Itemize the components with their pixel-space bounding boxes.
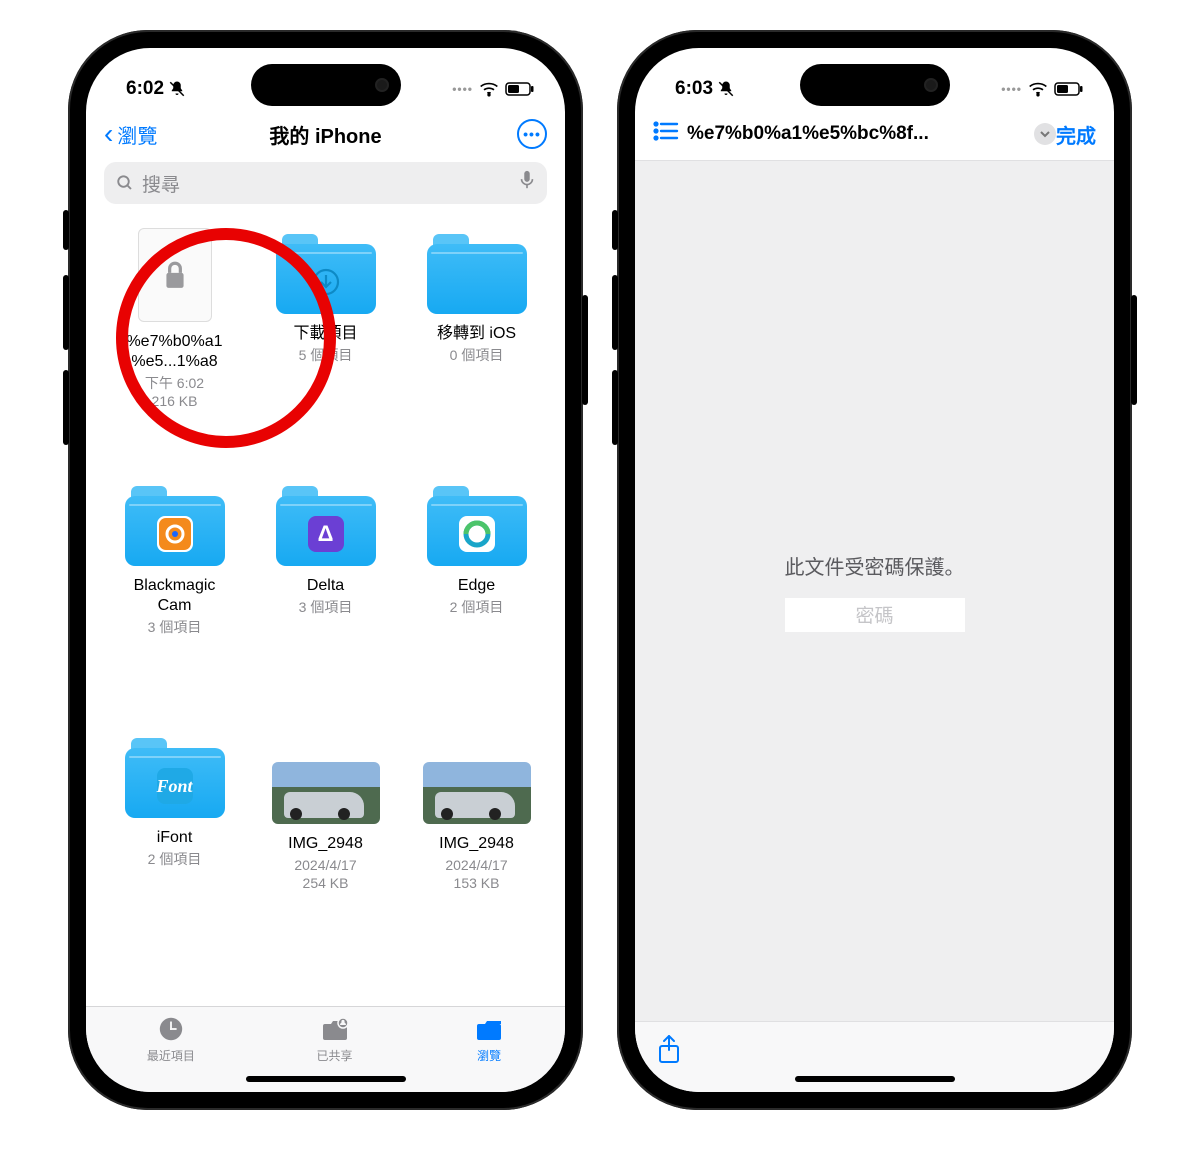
photo-thumbnail <box>272 762 380 824</box>
file-meta: 2024/4/17254 KB <box>255 856 396 892</box>
protected-message: 此文件受密碼保護。 <box>785 551 965 580</box>
nav-bar: ‹ 瀏覽 我的 iPhone ••• <box>86 108 565 160</box>
tab-label: 最近項目 <box>147 1047 195 1064</box>
battery-icon <box>505 82 535 96</box>
folder-meta: 2 個項目 <box>104 850 245 868</box>
silent-mode-icon <box>717 80 735 98</box>
file-item-locked-doc[interactable]: %e7%b0%a1%e5...1%a8 下午 6:02216 KB <box>104 228 245 468</box>
file-meta: 2024/4/17153 KB <box>406 856 547 892</box>
folder-item-blackmagic[interactable]: BlackmagicCam 3 個項目 <box>104 480 245 720</box>
home-indicator[interactable] <box>246 1076 406 1082</box>
nav-title: 我的 iPhone <box>269 120 381 149</box>
app-badge-icon <box>157 516 193 552</box>
folder-item-edge[interactable]: Edge 2 個項目 <box>406 480 547 720</box>
search-icon <box>116 174 134 192</box>
folder-item-downloads[interactable]: 下載項目 5 個項目 <box>255 228 396 468</box>
app-badge-icon: Font <box>157 768 193 804</box>
share-button[interactable] <box>657 1034 681 1069</box>
file-meta: 下午 6:02216 KB <box>104 374 245 410</box>
file-name: %e7%b0%a1%e5...1%a8 <box>104 332 245 372</box>
tab-label: 瀏覽 <box>477 1047 501 1064</box>
password-input[interactable]: 密碼 <box>785 598 965 632</box>
file-name: IMG_2948 <box>255 834 396 854</box>
ellipsis-icon: ••• <box>523 126 541 142</box>
more-button[interactable]: ••• <box>517 119 547 149</box>
list-button[interactable] <box>653 121 679 147</box>
folder-meta: 3 個項目 <box>255 598 396 616</box>
dictate-icon[interactable] <box>519 170 535 196</box>
wifi-icon <box>1028 81 1048 97</box>
folder-icon <box>427 234 527 314</box>
file-name: IMG_2948 <box>406 834 547 854</box>
cell-signal-icon: •••• <box>452 82 473 96</box>
battery-icon <box>1054 82 1084 96</box>
phone-left: 6:02 •••• ‹ 瀏覽 我的 iPhone <box>68 30 583 1110</box>
status-time: 6:02 <box>126 78 164 100</box>
tab-browse[interactable]: 瀏覽 <box>474 1015 504 1092</box>
done-button[interactable]: 完成 <box>1056 120 1096 149</box>
folder-name: iFont <box>104 828 245 848</box>
wifi-icon <box>479 81 499 97</box>
chevron-down-icon[interactable] <box>1034 123 1056 145</box>
nav-bar: %e7%b0%a1%e5%bc%8f... 完成 <box>635 108 1114 160</box>
folder-name: BlackmagicCam <box>104 576 245 616</box>
dynamic-island <box>251 64 401 106</box>
folder-icon <box>276 234 376 314</box>
password-placeholder: 密碼 <box>855 601 893 628</box>
folder-icon <box>427 486 527 566</box>
dynamic-island <box>800 64 950 106</box>
folder-meta: 2 個項目 <box>406 598 547 616</box>
folder-meta: 0 個項目 <box>406 346 547 364</box>
file-item-photo-2[interactable]: IMG_2948 2024/4/17153 KB <box>406 732 547 972</box>
document-icon <box>138 228 212 322</box>
app-badge-icon <box>459 516 495 552</box>
chevron-left-icon: ‹ <box>104 120 113 148</box>
folder-icon: Δ <box>276 486 376 566</box>
folder-item-move-to-ios[interactable]: 移轉到 iOS 0 個項目 <box>406 228 547 468</box>
download-badge-icon <box>308 264 344 300</box>
folder-icon: Font <box>125 738 225 818</box>
tab-recents[interactable]: 最近項目 <box>147 1015 195 1092</box>
home-indicator[interactable] <box>795 1076 955 1082</box>
folder-name: Edge <box>406 576 547 596</box>
nav-title: %e7%b0%a1%e5%bc%8f... <box>687 123 1020 145</box>
cell-signal-icon: •••• <box>1001 82 1022 96</box>
back-label: 瀏覽 <box>117 120 157 149</box>
folder-name: 下載項目 <box>255 324 396 344</box>
search-placeholder: 搜尋 <box>142 170 180 197</box>
files-grid: %e7%b0%a1%e5...1%a8 下午 6:02216 KB 下載項目 5… <box>86 214 565 1006</box>
search-field[interactable]: 搜尋 <box>104 162 547 204</box>
file-item-photo-1[interactable]: IMG_2948 2024/4/17254 KB <box>255 732 396 972</box>
folder-name: 移轉到 iOS <box>406 324 547 344</box>
document-viewer: 此文件受密碼保護。 密碼 <box>635 160 1114 1022</box>
folder-icon <box>125 486 225 566</box>
folder-item-delta[interactable]: Δ Delta 3 個項目 <box>255 480 396 720</box>
folder-meta: 5 個項目 <box>255 346 396 364</box>
folder-item-ifont[interactable]: Font iFont 2 個項目 <box>104 732 245 972</box>
status-time: 6:03 <box>675 78 713 100</box>
folder-name: Delta <box>255 576 396 596</box>
tab-label: 已共享 <box>317 1047 353 1064</box>
app-badge-icon: Δ <box>308 516 344 552</box>
phone-right: 6:03 •••• %e7%b0%a1%e5%b <box>617 30 1132 1110</box>
folder-meta: 3 個項目 <box>104 618 245 636</box>
back-button[interactable]: ‹ 瀏覽 <box>104 120 157 149</box>
photo-thumbnail <box>423 762 531 824</box>
silent-mode-icon <box>168 80 186 98</box>
